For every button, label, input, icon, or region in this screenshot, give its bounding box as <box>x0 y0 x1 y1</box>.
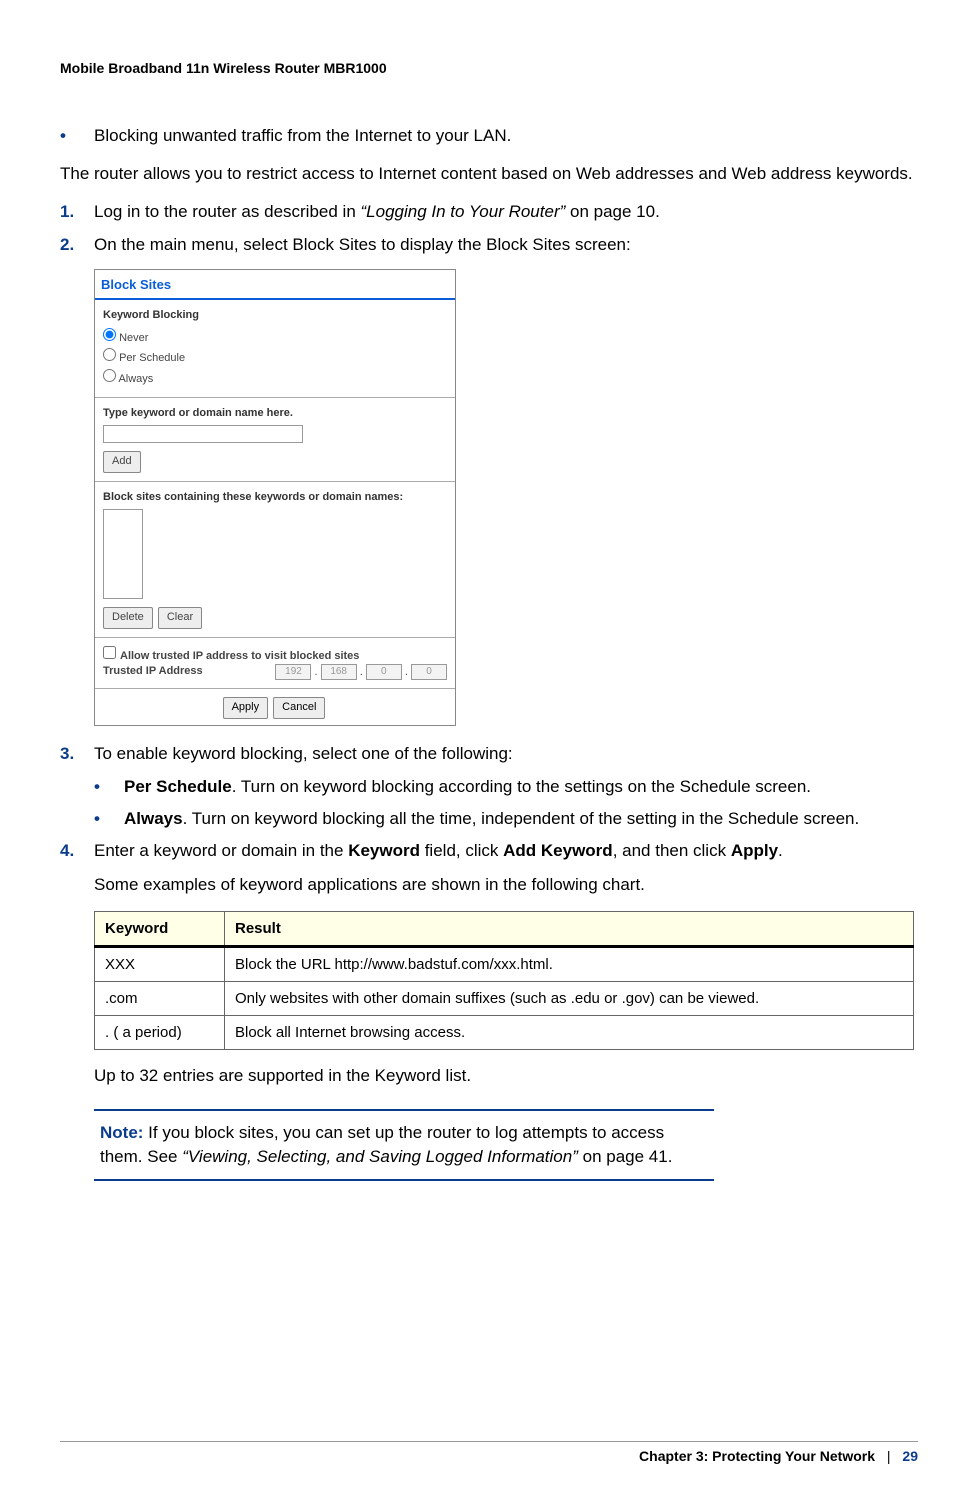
bullet-icon: • <box>60 124 94 148</box>
cell-result: Only websites with other domain suffixes… <box>225 981 914 1015</box>
body-content: • Blocking unwanted traffic from the Int… <box>60 124 918 1181</box>
step-3a: • Per Schedule. Turn on keyword blocking… <box>94 775 918 799</box>
radio-always-label: Always <box>118 373 153 385</box>
step-1: 1. Log in to the router as described in … <box>60 200 918 224</box>
intro-bullet-row: • Blocking unwanted traffic from the Int… <box>60 124 918 148</box>
step-4-mid2: , and then click <box>613 841 731 860</box>
keyword-field-label: Keyword <box>348 841 420 860</box>
trusted-ip-section: Allow trusted IP address to visit blocke… <box>95 638 455 690</box>
always-label: Always <box>124 809 183 828</box>
step-3a-text: Per Schedule. Turn on keyword blocking a… <box>124 775 918 799</box>
step-1-post: on page 10. <box>565 202 660 221</box>
ip-octet-4[interactable]: 0 <box>411 664 447 680</box>
note-box: Note: If you block sites, you can set up… <box>94 1109 714 1181</box>
ip-octet-3[interactable]: 0 <box>366 664 402 680</box>
note-link: “Viewing, Selecting, and Saving Logged I… <box>182 1147 578 1166</box>
screenshot-title: Block Sites <box>95 270 455 300</box>
radio-always[interactable] <box>103 369 116 382</box>
bullet-icon: • <box>94 807 124 831</box>
trusted-checkbox-label: Allow trusted IP address to visit blocke… <box>120 650 359 662</box>
footer-page-number: 29 <box>902 1448 918 1464</box>
type-keyword-section: Type keyword or domain name here. Add <box>95 398 455 482</box>
step-1-pre: Log in to the router as described in <box>94 202 361 221</box>
clear-button[interactable]: Clear <box>158 607 202 628</box>
radio-per-row: Per Schedule <box>103 348 447 366</box>
footer-separator: | <box>887 1448 891 1464</box>
step-number: 2. <box>60 233 94 257</box>
note-label: Note: <box>100 1123 143 1142</box>
add-keyword-label: Add Keyword <box>503 841 613 860</box>
step-4-pre: Enter a keyword or domain in the <box>94 841 348 860</box>
ip-octet-2[interactable]: 168 <box>321 664 357 680</box>
page-footer: Chapter 3: Protecting Your Network | 29 <box>60 1441 918 1464</box>
step-4-text: Enter a keyword or domain in the Keyword… <box>94 839 918 863</box>
ip-fields: 192 . 168 . 0 . 0 <box>275 664 447 680</box>
step-3b-text: Always. Turn on keyword blocking all the… <box>124 807 918 831</box>
block-list-label: Block sites containing these keywords or… <box>103 490 447 505</box>
apply-label: Apply <box>731 841 778 860</box>
cell-result: Block all Internet browsing access. <box>225 1015 914 1049</box>
table-row: .com Only websites with other domain suf… <box>95 981 914 1015</box>
step-3: 3. To enable keyword blocking, select on… <box>60 742 918 766</box>
step-4-mid1: field, click <box>420 841 503 860</box>
cell-keyword: . ( a period) <box>95 1015 225 1049</box>
ip-octet-1[interactable]: 192 <box>275 664 311 680</box>
apply-button[interactable]: Apply <box>223 697 269 718</box>
table-header-row: Keyword Result <box>95 911 914 946</box>
radio-never-row: Never <box>103 328 447 346</box>
radio-never[interactable] <box>103 328 116 341</box>
cell-keyword: .com <box>95 981 225 1015</box>
radio-per-label: Per Schedule <box>119 352 185 364</box>
keyword-blocking-section: Keyword Blocking Never Per Schedule Alwa… <box>95 300 455 398</box>
type-keyword-label: Type keyword or domain name here. <box>103 406 447 421</box>
blocked-list[interactable] <box>103 509 143 599</box>
step-4: 4. Enter a keyword or domain in the Keyw… <box>60 839 918 863</box>
always-desc: . Turn on keyword blocking all the time,… <box>183 809 860 828</box>
cell-keyword: XXX <box>95 946 225 981</box>
keyword-result-table: Keyword Result XXX Block the URL http://… <box>94 911 914 1050</box>
trusted-ip-row: Trusted IP Address 192 . 168 . 0 . 0 <box>103 664 447 680</box>
per-schedule-label: Per Schedule <box>124 777 232 796</box>
trusted-ip-label: Trusted IP Address <box>103 664 203 679</box>
step-1-text: Log in to the router as described in “Lo… <box>94 200 918 224</box>
delete-button[interactable]: Delete <box>103 607 153 628</box>
table-header-keyword: Keyword <box>95 911 225 946</box>
per-schedule-desc: . Turn on keyword blocking according to … <box>232 777 811 796</box>
keyword-blocking-label: Keyword Blocking <box>103 308 447 323</box>
block-sites-screenshot: Block Sites Keyword Blocking Never Per S… <box>94 269 456 725</box>
footer-chapter: Chapter 3: Protecting Your Network <box>639 1448 875 1464</box>
keyword-input[interactable] <box>103 425 303 443</box>
cancel-button[interactable]: Cancel <box>273 697 325 718</box>
step-4-paragraph: Some examples of keyword applications ar… <box>94 873 918 897</box>
step-number: 1. <box>60 200 94 224</box>
step-4-post: . <box>778 841 783 860</box>
radio-never-label: Never <box>119 332 148 344</box>
doc-header-title: Mobile Broadband 11n Wireless Router MBR… <box>60 60 918 76</box>
step-number: 3. <box>60 742 94 766</box>
intro-bullet-text: Blocking unwanted traffic from the Inter… <box>94 124 918 148</box>
trusted-checkbox-row: Allow trusted IP address to visit blocke… <box>103 646 447 664</box>
screenshot-footer: Apply Cancel <box>95 689 455 724</box>
intro-paragraph: The router allows you to restrict access… <box>60 162 918 186</box>
note-post: on page 41. <box>578 1147 673 1166</box>
cell-result: Block the URL http://www.badstuf.com/xxx… <box>225 946 914 981</box>
after-table-paragraph: Up to 32 entries are supported in the Ke… <box>94 1064 918 1088</box>
trusted-checkbox[interactable] <box>103 646 116 659</box>
add-button[interactable]: Add <box>103 451 141 472</box>
table-row: XXX Block the URL http://www.badstuf.com… <box>95 946 914 981</box>
step-1-link: “Logging In to Your Router” <box>361 202 566 221</box>
step-3b: • Always. Turn on keyword blocking all t… <box>94 807 918 831</box>
step-number: 4. <box>60 839 94 863</box>
block-list-section: Block sites containing these keywords or… <box>95 482 455 638</box>
step-2: 2. On the main menu, select Block Sites … <box>60 233 918 257</box>
table-row: . ( a period) Block all Internet browsin… <box>95 1015 914 1049</box>
table-header-result: Result <box>225 911 914 946</box>
step-3-text: To enable keyword blocking, select one o… <box>94 742 918 766</box>
step-2-text: On the main menu, select Block Sites to … <box>94 233 918 257</box>
radio-per-schedule[interactable] <box>103 348 116 361</box>
radio-always-row: Always <box>103 369 447 387</box>
bullet-icon: • <box>94 775 124 799</box>
